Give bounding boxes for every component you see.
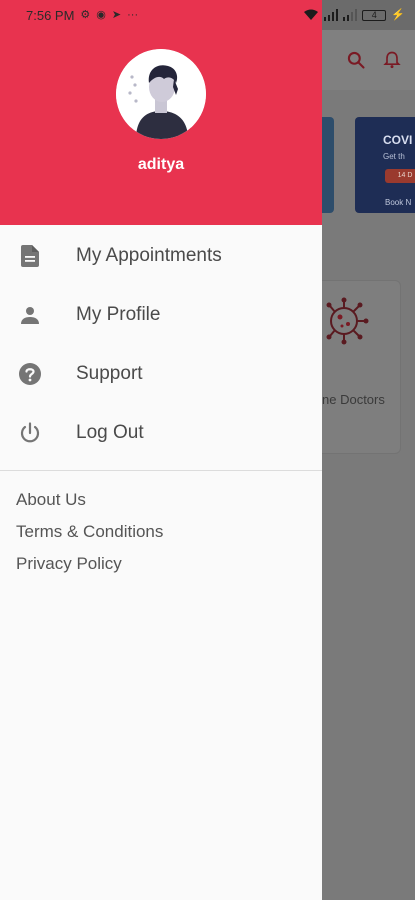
navigation-drawer: aditya My Appointments My Profile Suppor…	[0, 0, 322, 900]
drawer-header: aditya	[0, 30, 322, 225]
banner-cta: Book N	[385, 198, 412, 207]
banner-subtitle: Get th	[383, 152, 405, 161]
doctors-label: ne Doctors	[322, 392, 385, 407]
status-bar: 7:56 PM ⚙ ◉ ➤ ··· 4 ⚡	[0, 0, 415, 30]
person-icon	[19, 304, 41, 326]
power-icon	[19, 421, 41, 444]
about-us-link[interactable]: About Us	[16, 490, 86, 510]
status-right: 4 ⚡	[303, 9, 405, 21]
background-toolbar	[322, 30, 415, 90]
terms-conditions-link[interactable]: Terms & Conditions	[16, 522, 163, 542]
menu-item-my-profile[interactable]: My Profile	[0, 285, 322, 344]
battery-icon: 4	[362, 9, 387, 21]
background-banner-card	[322, 117, 334, 213]
menu-item-label: Support	[76, 362, 143, 384]
background-covid-banner: COVI Get th 14 D Book N	[355, 117, 415, 213]
help-icon	[19, 362, 41, 385]
divider	[0, 470, 322, 471]
settings-icon: ⚙	[80, 8, 91, 21]
avatar[interactable]	[116, 49, 206, 139]
status-time: 7:56 PM	[26, 7, 75, 23]
signal-icon-2	[343, 9, 358, 21]
virus-icon	[326, 297, 369, 345]
bell-icon	[383, 51, 401, 69]
menu-item-label: My Appointments	[76, 244, 222, 266]
menu-item-support[interactable]: Support	[0, 344, 322, 403]
more-icon: ···	[127, 8, 139, 21]
charging-icon: ⚡	[391, 8, 405, 21]
user-avatar-icon	[116, 49, 206, 139]
search-icon	[347, 51, 365, 69]
menu-item-log-out[interactable]: Log Out	[0, 403, 322, 462]
record-icon: ◉	[96, 8, 106, 21]
signal-icon	[324, 9, 339, 21]
menu-item-label: My Profile	[76, 303, 161, 325]
status-left: 7:56 PM ⚙ ◉ ➤ ···	[26, 8, 138, 23]
wifi-icon	[304, 9, 319, 20]
menu-item-label: Log Out	[76, 421, 144, 443]
document-icon	[19, 244, 41, 267]
banner-pill: 14 D	[385, 169, 415, 183]
telegram-icon: ➤	[111, 8, 122, 21]
privacy-policy-link[interactable]: Privacy Policy	[16, 554, 122, 574]
background-app: COVI Get th 14 D Book N ne Doctors	[322, 30, 415, 900]
banner-title: COVI	[383, 133, 413, 147]
user-name: aditya	[137, 156, 185, 173]
menu-item-my-appointments[interactable]: My Appointments	[0, 226, 322, 285]
